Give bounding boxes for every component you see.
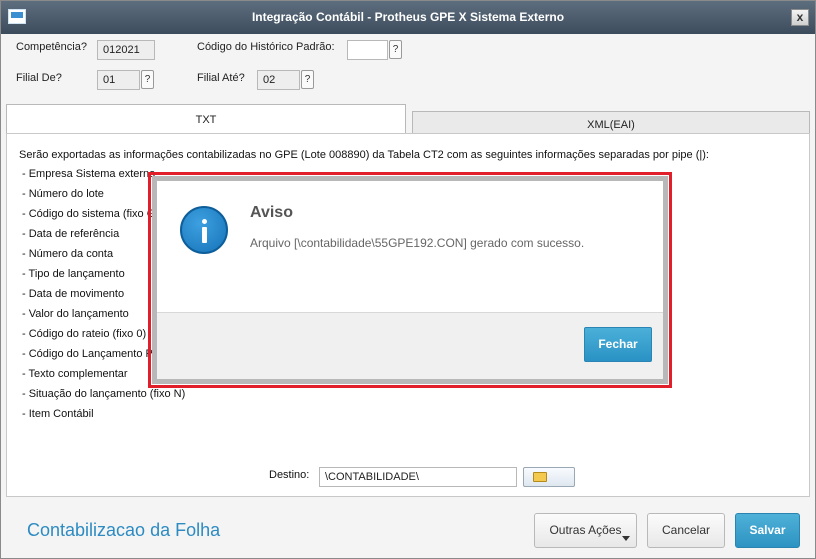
historico-label: Código do Histórico Padrão: <box>197 41 335 53</box>
historico-field[interactable] <box>347 40 388 60</box>
tab-xml-eai[interactable]: XML(EAI) <box>412 111 810 135</box>
aviso-dialog: Aviso Arquivo [\contabilidade\55GPE192.C… <box>152 176 668 384</box>
competencia-label: Competência? <box>16 41 87 53</box>
tab-txt[interactable]: TXT <box>6 104 406 134</box>
window-title: Integração Contábil - Protheus GPE X Sis… <box>251 10 565 24</box>
close-button[interactable]: x <box>791 9 809 26</box>
dialog-message: Arquivo [\contabilidade\55GPE192.CON] ge… <box>250 236 585 250</box>
cancel-button[interactable]: Cancelar <box>647 513 725 548</box>
historico-help-button[interactable]: ? <box>389 40 402 59</box>
save-button[interactable]: Salvar <box>735 513 800 548</box>
outras-acoes-label: Outras Ações <box>549 523 622 537</box>
destino-label: Destino: <box>269 469 310 481</box>
outras-acoes-button[interactable]: Outras Ações <box>534 513 637 548</box>
filial-ate-field[interactable]: 02 <box>257 70 300 90</box>
destino-field[interactable]: \CONTABILIDADE\ <box>319 467 517 487</box>
browse-folder-button[interactable] <box>523 467 575 487</box>
filial-ate-label: Filial Até? <box>197 72 245 84</box>
title-bar: Integração Contábil - Protheus GPE X Sis… <box>1 1 815 34</box>
folder-icon <box>533 472 547 482</box>
dialog-title: Aviso <box>250 204 293 221</box>
intro-text: Serão exportadas as informações contabil… <box>19 149 709 161</box>
info-icon <box>180 206 228 254</box>
filial-de-label: Filial De? <box>16 72 62 84</box>
filial-ate-help-button[interactable]: ? <box>301 70 314 89</box>
close-dialog-button[interactable]: Fechar <box>584 327 652 362</box>
routine-title: Contabilizacao da Folha <box>27 520 221 540</box>
filial-de-field[interactable]: 01 <box>97 70 140 90</box>
list-item: - Item Contábil <box>22 408 94 420</box>
caret-down-icon <box>622 536 630 541</box>
filial-de-help-button[interactable]: ? <box>141 70 154 89</box>
competencia-field[interactable]: 012021 <box>97 40 155 60</box>
list-item: - Situação do lançamento (fixo N) <box>22 388 186 400</box>
